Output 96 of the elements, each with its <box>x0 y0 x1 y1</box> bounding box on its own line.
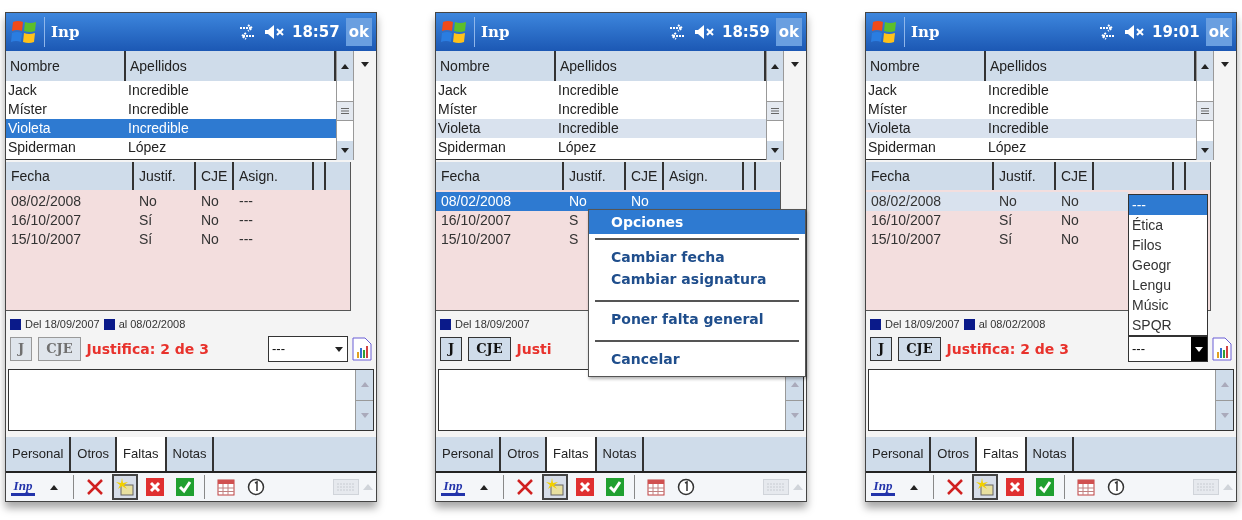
tab[interactable]: Faltas <box>547 437 597 471</box>
absence-row[interactable]: 15/10/2007 Sí No --- <box>6 230 350 249</box>
dropdown-option[interactable]: Filos <box>1129 235 1207 255</box>
legend-swatch-icon <box>963 318 975 330</box>
absence-row[interactable]: 08/02/2008 No No --- <box>6 192 350 211</box>
app-logo-button[interactable]: Inp <box>9 474 37 500</box>
column-header[interactable]: Apellidos <box>126 51 336 81</box>
caret-down-icon[interactable] <box>1195 346 1203 352</box>
toggle-button[interactable]: J <box>870 337 893 361</box>
dropdown-option[interactable]: SPQR <box>1129 315 1207 335</box>
scroll-down-icon[interactable] <box>341 148 349 153</box>
windows-flag-icon[interactable] <box>870 18 898 46</box>
menu-title: Opciones <box>589 210 805 234</box>
star-document-icon[interactable] <box>972 474 998 500</box>
dropdown-arrow-icon[interactable] <box>791 62 799 67</box>
menu-item[interactable]: Cambiar fecha <box>595 246 799 268</box>
dropdown-option[interactable]: Músic <box>1129 295 1207 315</box>
clock-text[interactable]: 18:59 <box>721 20 770 44</box>
windows-flag-icon[interactable] <box>440 18 468 46</box>
legend-swatch-icon <box>10 318 21 330</box>
chart-document-icon[interactable] <box>1212 337 1232 361</box>
windows-flag-icon[interactable] <box>10 18 38 46</box>
speaker-muted-icon[interactable] <box>263 24 286 40</box>
absence-row[interactable]: 16/10/2007 Sí No --- <box>6 211 350 230</box>
speaker-muted-icon[interactable] <box>1123 24 1146 40</box>
dropdown-arrow-icon[interactable] <box>361 62 369 67</box>
student-row[interactable]: Míster Incredible <box>436 100 766 119</box>
student-row[interactable]: Jack Incredible <box>6 81 336 100</box>
student-row[interactable]: Spiderman López <box>866 138 1196 157</box>
clock-text[interactable]: 18:57 <box>291 20 340 44</box>
dropdown-option[interactable]: --- <box>1129 195 1207 215</box>
student-row[interactable]: Violeta Incredible <box>866 119 1196 138</box>
caret-down-icon[interactable] <box>335 346 343 352</box>
student-row[interactable]: Míster Incredible <box>866 100 1196 119</box>
column-header[interactable]: Nombre <box>866 51 986 81</box>
scroll-thumb-icon[interactable] <box>341 108 349 114</box>
subject-select[interactable]: --- <box>1128 336 1208 362</box>
summary-text: Justifica: 2 de 3 <box>946 339 1069 359</box>
scroll-up-icon[interactable] <box>341 63 349 69</box>
scroll-down-icon[interactable] <box>1201 148 1209 153</box>
column-header[interactable]: Nombre <box>6 51 126 81</box>
absence-row[interactable]: 16/10/2007 Sí No <box>866 211 1128 230</box>
scroll-thumb-icon[interactable] <box>771 108 779 114</box>
legend-label: al 08/02/2008 <box>118 316 186 332</box>
scroll-up-icon[interactable] <box>1201 63 1209 69</box>
legend-swatch-icon <box>103 318 115 330</box>
column-header[interactable]: Apellidos <box>986 51 1196 81</box>
absence-row[interactable]: 15/10/2007 Sí No <box>866 230 1128 249</box>
chart-document-icon[interactable] <box>352 337 372 361</box>
absence-row[interactable]: 08/02/2008 No No <box>866 192 1128 211</box>
clock-text[interactable]: 19:01 <box>1151 20 1200 44</box>
toggle-button[interactable]: CJE <box>898 337 941 361</box>
student-row[interactable]: Violeta Incredible <box>436 119 766 138</box>
menu-item[interactable]: Poner falta general <box>595 308 799 330</box>
star-document-icon[interactable] <box>112 474 138 500</box>
student-row[interactable]: Violeta Incredible <box>6 119 336 138</box>
toggle-button[interactable]: CJE <box>468 337 511 361</box>
app-logo-button[interactable]: Inp <box>439 474 467 500</box>
speaker-muted-icon[interactable] <box>693 24 716 40</box>
student-row[interactable]: Spiderman López <box>436 138 766 157</box>
student-row[interactable]: Spiderman López <box>6 138 336 157</box>
scroll-down-icon[interactable] <box>771 148 779 153</box>
column-header[interactable]: Nombre <box>436 51 556 81</box>
scrollbar[interactable] <box>1196 51 1214 160</box>
scroll-up-icon[interactable] <box>771 63 779 69</box>
student-row[interactable]: Míster Incredible <box>6 100 336 119</box>
legend-label: Del 18/09/2007 <box>455 316 530 332</box>
column-header[interactable]: Apellidos <box>556 51 766 81</box>
legend-swatch-icon <box>870 318 881 330</box>
app-logo-button[interactable]: Inp <box>869 474 897 500</box>
window-title: Inp <box>51 21 80 43</box>
summary-text: Justi <box>516 339 552 359</box>
window-title: Inp <box>911 21 940 43</box>
menu-item[interactable]: Cancelar <box>595 348 799 370</box>
tab[interactable]: Faltas <box>977 437 1027 471</box>
toggle-button[interactable]: J <box>440 337 463 361</box>
student-row[interactable]: Jack Incredible <box>436 81 766 100</box>
dropdown-arrow-icon[interactable] <box>1221 62 1229 67</box>
legend-label: Del 18/09/2007 <box>885 316 960 332</box>
tab[interactable]: Faltas <box>117 437 167 471</box>
dropdown-option[interactable]: Lengu <box>1129 275 1207 295</box>
student-row[interactable]: Jack Incredible <box>866 81 1196 100</box>
scroll-thumb-icon[interactable] <box>1201 108 1209 114</box>
legend-swatch-icon <box>440 318 451 330</box>
scrollbar[interactable] <box>766 51 784 160</box>
dropdown-option[interactable]: Geogr <box>1129 255 1207 275</box>
dropdown-option[interactable]: Ética <box>1129 215 1207 235</box>
window-title: Inp <box>481 21 510 43</box>
star-document-icon[interactable] <box>542 474 568 500</box>
scrollbar[interactable] <box>336 51 354 160</box>
absence-row[interactable]: 08/02/2008 No No <box>436 192 780 211</box>
legend-label: al 08/02/2008 <box>978 316 1046 332</box>
menu-item[interactable]: Cambiar asignatura <box>595 268 799 290</box>
legend-label: Del 18/09/2007 <box>25 316 100 332</box>
subject-select[interactable]: --- <box>268 336 348 362</box>
summary-text: Justifica: 2 de 3 <box>86 339 209 359</box>
